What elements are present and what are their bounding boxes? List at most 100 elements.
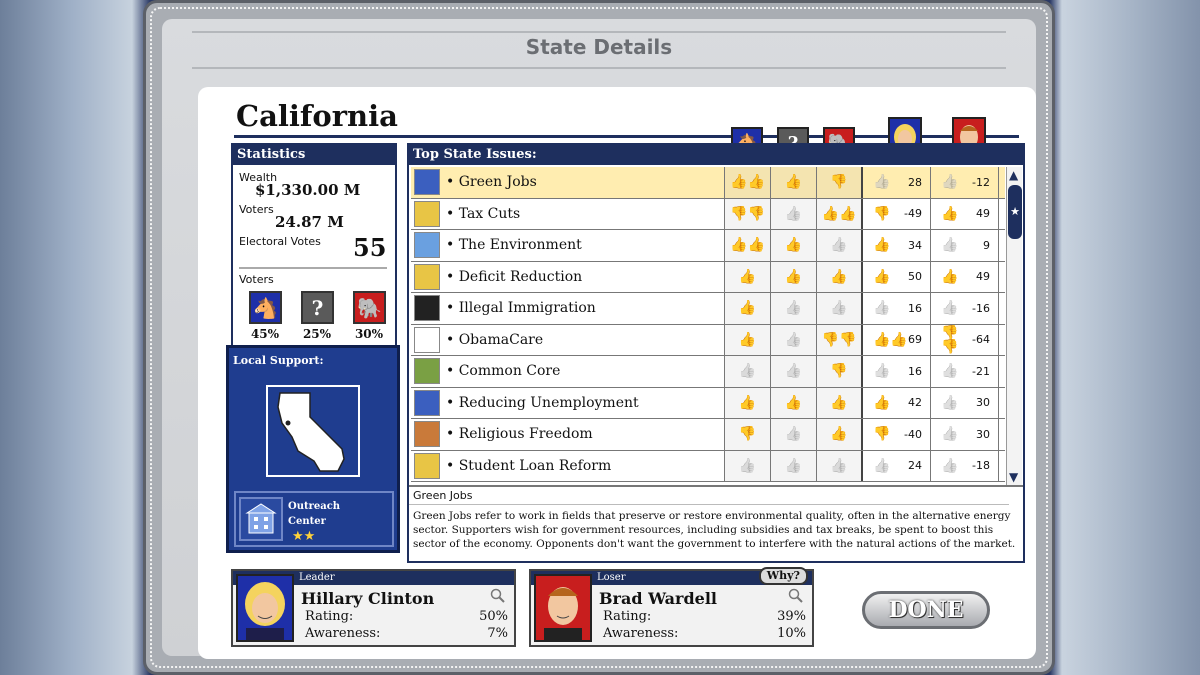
outreach-center[interactable]: Outreach Center ★★	[234, 491, 394, 547]
thumbs-up-icon: 👍	[873, 237, 891, 254]
thumbs-up-icon: 👍	[738, 300, 757, 317]
clinton-stance-cell: 👎 -40	[863, 419, 931, 450]
ind-stance-cell: 👍	[771, 167, 817, 198]
outreach-label-line2: Center	[288, 516, 326, 527]
ind-stance-cell: 👍	[771, 198, 817, 229]
issue-label: • Reducing Unemployment	[446, 394, 639, 411]
issue-row[interactable]: • The Environment 👍👍 👍 👍 👍 34 👍 9	[411, 230, 1005, 262]
issue-cell: • Green Jobs	[411, 167, 725, 198]
thumbs-neutral-icon: 👍	[784, 363, 803, 380]
magnifier-icon[interactable]	[788, 588, 804, 604]
thumbs-up-icon: 👍	[830, 268, 848, 285]
issue-row[interactable]: • Student Loan Reform 👍 👍 👍 👍 24 👍 -18	[411, 450, 1005, 482]
issue-cell: • Illegal Immigration	[411, 293, 725, 324]
issue-row[interactable]: • Green Jobs 👍👍 👍 👎 👍 28 👍 -12	[411, 167, 1005, 199]
issue-cell: • Deficit Reduction	[411, 261, 725, 292]
stance-value: 16	[908, 364, 922, 378]
issue-row[interactable]: • Reducing Unemployment 👍 👍 👍 👍 42 👍 30	[411, 387, 1005, 419]
thumbs-up-icon: 👍	[784, 268, 803, 285]
star-icon: ★★	[292, 529, 316, 544]
thumbs-up-icon: 👍	[784, 394, 803, 411]
stance-value: -40	[904, 427, 922, 441]
wardell-stance-cell: 👍 49	[931, 198, 999, 229]
ind-stance-cell: 👍	[771, 293, 817, 324]
why-button[interactable]: Why?	[758, 567, 808, 585]
thumbs-neutral-icon: 👍	[941, 457, 959, 474]
dem-stance-cell: 👍	[725, 387, 771, 418]
stance-value: 24	[908, 459, 922, 473]
wardell-stance-cell: 👍 9	[931, 230, 999, 261]
california-map-icon	[277, 392, 345, 472]
local-support-box: Local Support: Outreach Center ★★	[226, 345, 400, 553]
issue-row[interactable]: • Illegal Immigration 👍 👍 👍 👍 16 👍 -16	[411, 293, 1005, 325]
issue-label: • Illegal Immigration	[446, 300, 596, 317]
issue-row[interactable]: • Religious Freedom 👎 👍 👍 👎 -40 👍 30	[411, 419, 1005, 451]
thumbs-neutral-icon: 👍	[784, 300, 803, 317]
issue-label: • The Environment	[446, 237, 582, 254]
state-details-window: State Details California Statistics Weal…	[143, 0, 1055, 675]
rep-stance-cell: 👍	[817, 387, 863, 418]
stance-value: 9	[983, 238, 990, 252]
thumbs-neutral-icon: 👍	[873, 300, 891, 317]
rep-stance-cell: 👍👍	[817, 198, 863, 229]
loser-rating-value: 39%	[777, 609, 806, 624]
thumbs-down-icon: 👎	[830, 174, 848, 191]
scroll-up-icon[interactable]: ▲	[1009, 169, 1021, 181]
thumbs-up-icon: 👍	[738, 394, 757, 411]
stance-value: -21	[972, 364, 990, 378]
magnifier-icon[interactable]	[490, 588, 506, 604]
issue-cell: • Common Core	[411, 356, 725, 387]
issue-icon	[414, 421, 440, 448]
stance-value: 34	[908, 238, 922, 252]
ind-stance-cell: 👍	[771, 324, 817, 355]
issue-label: • Common Core	[446, 363, 561, 380]
state-map[interactable]	[266, 385, 360, 477]
issue-icon	[414, 232, 440, 259]
loser-rating-label: Rating:	[603, 609, 652, 624]
content-panel: California Statistics Wealth $1,330.00 M…	[198, 87, 1036, 659]
thumbs-neutral-icon: 👍	[830, 457, 848, 474]
clinton-stance-cell: 👍 16	[863, 293, 931, 324]
leader-card: Leader Hillary Clinton Rating: 50% Aware…	[231, 569, 516, 647]
voters-value: 24.87 M	[275, 213, 344, 231]
issue-icon	[414, 358, 440, 385]
republican-pct: 30%	[354, 327, 384, 341]
issues-title: Top State Issues:	[409, 145, 1023, 165]
header-rule-bottom	[192, 67, 1006, 69]
issue-row[interactable]: • Tax Cuts 👎👎 👍 👍👍 👎 -49 👍 49	[411, 198, 1005, 230]
wardell-stance-cell: 👍 -18	[931, 450, 999, 481]
voters-label: Voters	[239, 203, 274, 216]
thumbs-up-icon: 👍	[873, 394, 891, 411]
scroll-thumb[interactable]: ★	[1008, 185, 1022, 239]
thumbs-down-icon: 👎👎	[730, 205, 765, 222]
description-text: Green Jobs refer to work in fields that …	[413, 510, 1016, 550]
loser-awareness-value: 10%	[777, 626, 806, 641]
issue-cell: • Religious Freedom	[411, 419, 725, 450]
thumbs-up-icon: 👍	[830, 426, 848, 443]
rep-stance-cell: 👍	[817, 261, 863, 292]
loser-card: Loser Why? Brad Wardell Rating: 39% Awar…	[529, 567, 814, 647]
stance-value: -12	[972, 175, 990, 189]
stance-value: 49	[976, 270, 990, 284]
issue-icon	[414, 326, 440, 353]
ind-stance-cell: 👍	[771, 356, 817, 387]
stance-value: 69	[908, 333, 922, 347]
stats-divider	[239, 267, 387, 269]
issue-row[interactable]: • Deficit Reduction 👍 👍 👍 👍 50 👍 49	[411, 261, 1005, 293]
description-title: Green Jobs	[409, 487, 1009, 505]
ind-stance-cell: 👍	[771, 261, 817, 292]
clinton-stance-cell: 👍 28	[863, 167, 931, 198]
header-rule-top	[192, 31, 1006, 33]
issue-row[interactable]: • Common Core 👍 👍 👎 👍 16 👍 -21	[411, 356, 1005, 388]
clinton-portrait	[236, 574, 294, 642]
scroll-down-icon[interactable]: ▼	[1009, 471, 1021, 483]
issues-scrollbar[interactable]: ▲ ★ ▼	[1006, 167, 1022, 485]
done-button[interactable]: DONE	[862, 591, 990, 629]
dem-stance-cell: 👍	[725, 261, 771, 292]
thumbs-up-icon: 👍👍	[821, 205, 857, 222]
thumbs-up-icon: 👍	[738, 268, 757, 285]
stance-value: 16	[908, 301, 922, 315]
issue-cell: • ObamaCare	[411, 324, 725, 355]
issue-row[interactable]: • ObamaCare 👍 👍 👎👎 👍👍 69 👎👎 -64	[411, 324, 1005, 356]
dem-stance-cell: 👍	[725, 324, 771, 355]
